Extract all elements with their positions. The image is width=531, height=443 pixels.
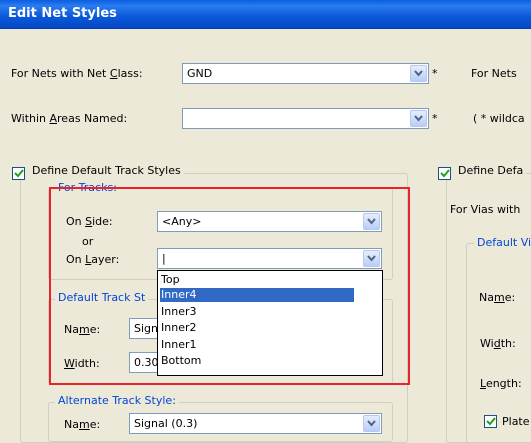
- highlight-box: [49, 187, 410, 385]
- via-width-label-text-end: th:: [500, 337, 516, 350]
- plated-label: Plate: [502, 415, 530, 428]
- track-styles-checkbox[interactable]: [12, 167, 25, 180]
- via-width-label: Width:: [480, 337, 516, 350]
- via-styles-header: Define Defa: [435, 164, 527, 180]
- areas-label-mnemonic: A: [49, 112, 58, 125]
- default-via-title: Default Vi: [474, 236, 531, 249]
- net-class-label-text-end: lass:: [117, 67, 143, 80]
- wildcard-hint: ( * wildca: [473, 112, 525, 125]
- net-class-required-star: *: [432, 67, 438, 80]
- via-name-label: Name:: [479, 291, 515, 304]
- net-class-dropdown-button[interactable]: [410, 65, 427, 82]
- via-name-label-text-end: e:: [504, 291, 516, 304]
- chevron-down-icon: [367, 420, 376, 427]
- via-name-label-mnemonic: m: [493, 291, 505, 304]
- net-class-label: For Nets with Net Class:: [11, 67, 143, 80]
- track-styles-label: Define Default Track Styles: [32, 164, 181, 177]
- via-styles-label: Define Defa: [458, 164, 524, 177]
- plated-row: Plate: [484, 414, 531, 430]
- via-width-label-mnemonic: d: [493, 337, 501, 350]
- via-length-label: Length:: [480, 377, 522, 390]
- via-length-label-text: ength:: [485, 377, 522, 390]
- plated-checkbox[interactable]: [484, 415, 497, 428]
- alternate-name-combo[interactable]: Signal (0.3): [129, 413, 382, 434]
- via-name-label-text: Na: [479, 291, 494, 304]
- areas-combo[interactable]: [182, 108, 429, 129]
- net-class-combo[interactable]: GND: [182, 63, 429, 84]
- via-styles-checkbox[interactable]: [438, 167, 451, 180]
- alternate-name-value: Signal (0.3): [134, 417, 198, 430]
- net-class-label-text: For Nets with Net: [11, 67, 110, 80]
- alternate-name-dropdown-button[interactable]: [363, 415, 380, 432]
- alternate-name-label-text: Na: [64, 418, 79, 431]
- areas-required-star: *: [432, 112, 438, 125]
- for-vias-label: For Vias with: [450, 203, 521, 216]
- chevron-down-icon: [414, 70, 423, 77]
- via-width-label-text: Wi: [480, 337, 494, 350]
- areas-label: Within Areas Named:: [11, 112, 127, 125]
- alternate-name-label-text-end: e:: [89, 418, 101, 431]
- checkmark-icon: [440, 169, 450, 178]
- chevron-down-icon: [414, 115, 423, 122]
- net-class-value: GND: [187, 67, 213, 80]
- net-class-label-mnemonic: C: [109, 67, 118, 80]
- alternate-name-label: Name:: [64, 418, 100, 431]
- window-title: Edit Net Styles: [8, 6, 117, 21]
- checkmark-icon: [486, 417, 496, 426]
- alternate-track-style-title: Alternate Track Style:: [55, 394, 179, 407]
- checkmark-icon: [14, 169, 24, 178]
- areas-dropdown-button[interactable]: [410, 110, 427, 127]
- alternate-name-label-mnemonic: m: [78, 418, 90, 431]
- for-nets-label-right: For Nets: [471, 67, 517, 80]
- areas-label-text: Within: [11, 112, 50, 125]
- track-styles-header: Define Default Track Styles: [9, 164, 184, 180]
- areas-label-text-end: reas Named:: [57, 112, 128, 125]
